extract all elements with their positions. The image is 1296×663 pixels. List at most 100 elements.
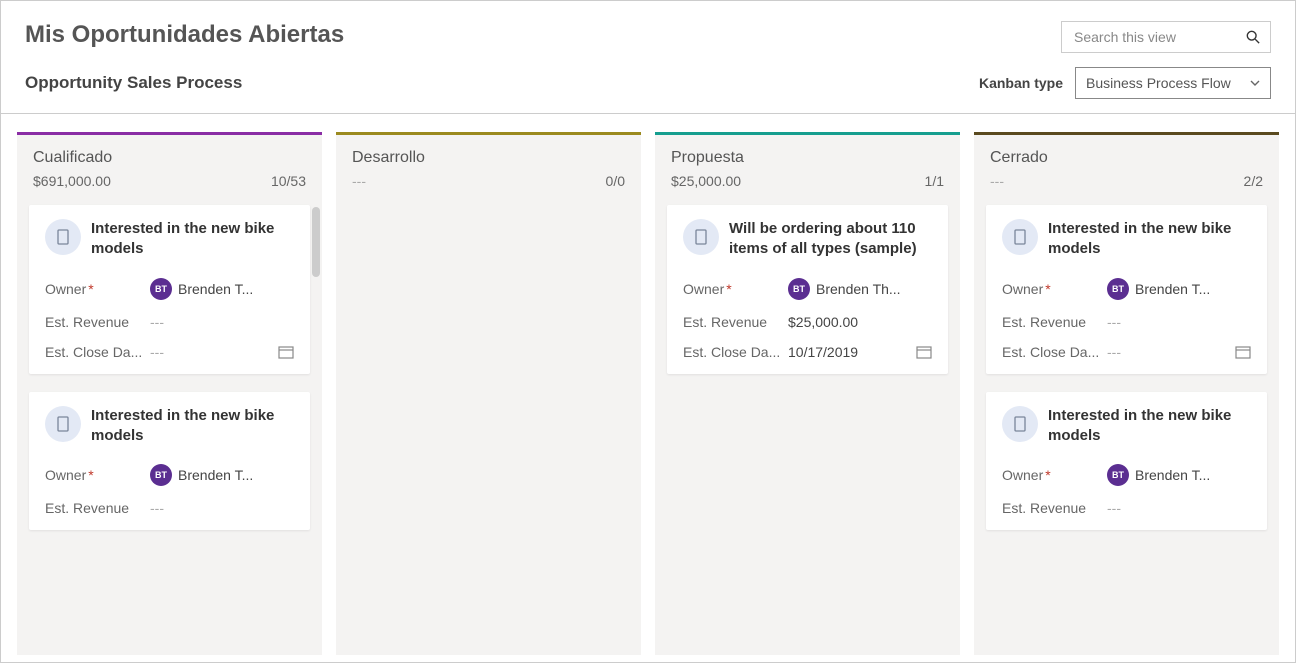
- app-frame: Mis Oportunidades Abiertas Opportunity S…: [0, 0, 1296, 663]
- column-cualificado[interactable]: Cualificado $691,000.00 10/53 Interested…: [17, 132, 322, 655]
- card-row-owner: Owner* BT Brenden T...: [45, 464, 294, 486]
- column-total: $25,000.00: [671, 173, 741, 189]
- header: Mis Oportunidades Abiertas: [1, 1, 1295, 61]
- field-value: $25,000.00: [788, 314, 932, 330]
- owner-name: Brenden Th...: [816, 281, 901, 297]
- kanban-type-select[interactable]: Business Process Flow: [1075, 67, 1271, 99]
- avatar: BT: [788, 278, 810, 300]
- card-row-revenue: Est. Revenue ---: [1002, 314, 1251, 330]
- calendar-icon: [1235, 345, 1251, 359]
- card-header: Interested in the new bike models: [45, 406, 294, 447]
- column-body: Interested in the new bike models Owner*…: [17, 195, 322, 655]
- card-row-owner: Owner* BT Brenden T...: [1002, 278, 1251, 300]
- card-row-owner: Owner* BT Brenden T...: [45, 278, 294, 300]
- kanban-type-control: Kanban type Business Process Flow: [979, 67, 1271, 99]
- field-label: Owner*: [1002, 281, 1107, 297]
- process-title: Opportunity Sales Process: [25, 73, 242, 93]
- column-header: Cualificado $691,000.00 10/53: [17, 135, 322, 195]
- column-body: Interested in the new bike models Owner*…: [974, 195, 1279, 655]
- field-label: Est. Revenue: [683, 314, 788, 330]
- column-propuesta[interactable]: Propuesta $25,000.00 1/1 Will be orderin…: [655, 132, 960, 655]
- field-value: BT Brenden T...: [1107, 464, 1251, 486]
- field-label: Est. Revenue: [45, 500, 150, 516]
- field-label: Est. Close Da...: [1002, 344, 1107, 360]
- owner-name: Brenden T...: [178, 467, 253, 483]
- card-title: Interested in the new bike models: [1048, 219, 1251, 260]
- column-header: Cerrado --- 2/2: [974, 135, 1279, 195]
- kanban-type-label: Kanban type: [979, 75, 1063, 91]
- field-label: Est. Revenue: [1002, 500, 1107, 516]
- card-title: Interested in the new bike models: [91, 406, 294, 447]
- field-value: BT Brenden T...: [1107, 278, 1251, 300]
- card-header: Interested in the new bike models: [45, 219, 294, 260]
- field-value: ---: [150, 344, 294, 360]
- card-header: Interested in the new bike models: [1002, 406, 1251, 447]
- owner-name: Brenden T...: [1135, 467, 1210, 483]
- column-title: Desarrollo: [352, 149, 625, 167]
- column-count: 10/53: [271, 173, 306, 189]
- card-header: Will be ordering about 110 items of all …: [683, 219, 932, 260]
- entity-icon: [1002, 219, 1038, 255]
- column-header: Propuesta $25,000.00 1/1: [655, 135, 960, 195]
- field-value: 10/17/2019: [788, 344, 932, 360]
- calendar-icon: [916, 345, 932, 359]
- entity-icon: [683, 219, 719, 255]
- column-total: $691,000.00: [33, 173, 111, 189]
- search-input[interactable]: [1072, 28, 1232, 46]
- card-row-revenue: Est. Revenue ---: [1002, 500, 1251, 516]
- opportunity-card[interactable]: Will be ordering about 110 items of all …: [667, 205, 948, 374]
- field-label: Est. Revenue: [1002, 314, 1107, 330]
- column-cerrado[interactable]: Cerrado --- 2/2 Interested in the new bi…: [974, 132, 1279, 655]
- opportunity-card[interactable]: Interested in the new bike models Owner*…: [986, 205, 1267, 374]
- chevron-down-icon: [1250, 80, 1260, 86]
- search-box[interactable]: [1061, 21, 1271, 53]
- column-body: [336, 195, 641, 655]
- card-row-owner: Owner* BT Brenden Th...: [683, 278, 932, 300]
- opportunity-card[interactable]: Interested in the new bike models Owner*…: [29, 392, 310, 531]
- field-label: Owner*: [1002, 467, 1107, 483]
- avatar: BT: [150, 464, 172, 486]
- card-header: Interested in the new bike models: [1002, 219, 1251, 260]
- avatar: BT: [150, 278, 172, 300]
- entity-icon: [45, 406, 81, 442]
- column-meta: --- 0/0: [352, 173, 625, 189]
- column-desarrollo[interactable]: Desarrollo --- 0/0: [336, 132, 641, 655]
- kanban-board: Cualificado $691,000.00 10/53 Interested…: [1, 114, 1295, 655]
- entity-icon: [1002, 406, 1038, 442]
- opportunity-card[interactable]: Interested in the new bike models Owner*…: [986, 392, 1267, 531]
- scrollbar[interactable]: [312, 207, 320, 277]
- column-total: ---: [352, 173, 366, 189]
- card-title: Will be ordering about 110 items of all …: [729, 219, 932, 260]
- column-header: Desarrollo --- 0/0: [336, 135, 641, 195]
- search-icon[interactable]: [1246, 30, 1260, 44]
- field-value: ---: [1107, 314, 1251, 330]
- column-title: Cualificado: [33, 149, 306, 167]
- field-value: ---: [150, 314, 294, 330]
- column-title: Cerrado: [990, 149, 1263, 167]
- card-row-revenue: Est. Revenue $25,000.00: [683, 314, 932, 330]
- column-meta: --- 2/2: [990, 173, 1263, 189]
- column-count: 0/0: [606, 173, 625, 189]
- owner-name: Brenden T...: [178, 281, 253, 297]
- owner-name: Brenden T...: [1135, 281, 1210, 297]
- column-meta: $691,000.00 10/53: [33, 173, 306, 189]
- card-row-revenue: Est. Revenue ---: [45, 500, 294, 516]
- column-title: Propuesta: [671, 149, 944, 167]
- field-label: Owner*: [45, 281, 150, 297]
- card-row-close: Est. Close Da... ---: [1002, 344, 1251, 360]
- field-value: BT Brenden T...: [150, 464, 294, 486]
- field-value: BT Brenden Th...: [788, 278, 932, 300]
- field-label: Est. Close Da...: [45, 344, 150, 360]
- card-row-revenue: Est. Revenue ---: [45, 314, 294, 330]
- avatar: BT: [1107, 278, 1129, 300]
- subheader: Opportunity Sales Process Kanban type Bu…: [1, 61, 1295, 114]
- card-row-close: Est. Close Da... ---: [45, 344, 294, 360]
- card-title: Interested in the new bike models: [1048, 406, 1251, 447]
- field-value: ---: [150, 500, 294, 516]
- card-row-close: Est. Close Da... 10/17/2019: [683, 344, 932, 360]
- field-value: BT Brenden T...: [150, 278, 294, 300]
- opportunity-card[interactable]: Interested in the new bike models Owner*…: [29, 205, 310, 374]
- field-value: ---: [1107, 344, 1251, 360]
- field-label: Owner*: [683, 281, 788, 297]
- page-title: Mis Oportunidades Abiertas: [25, 21, 344, 49]
